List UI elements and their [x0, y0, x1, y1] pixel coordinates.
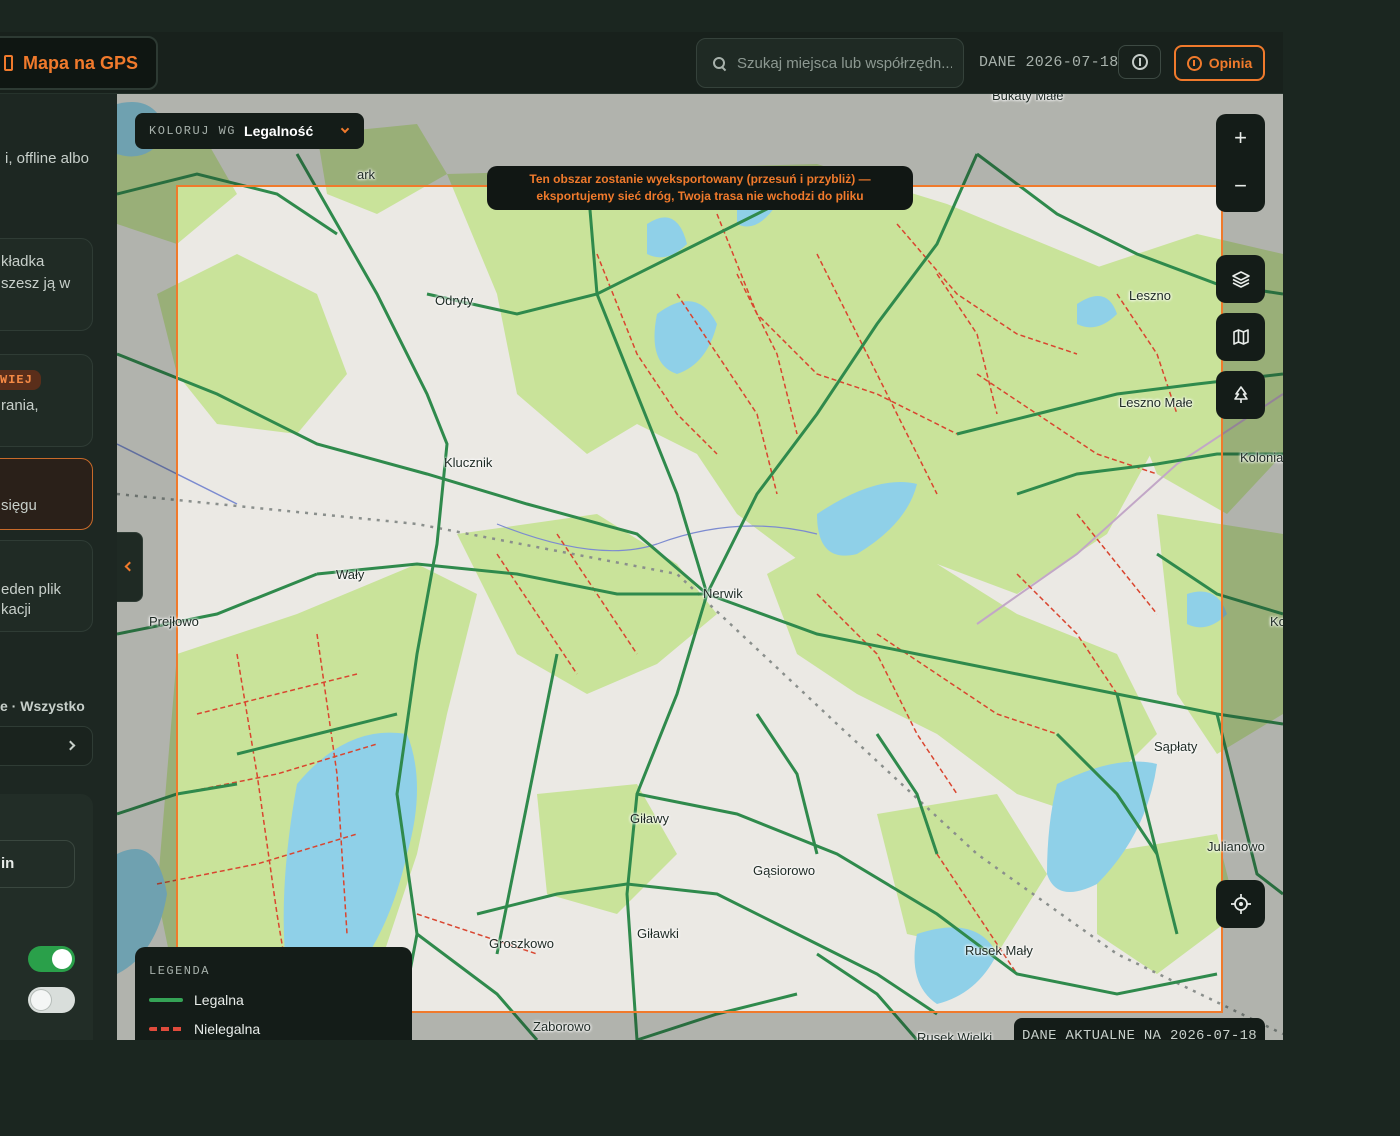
sidebar-input-value: in — [1, 855, 15, 872]
place-label: Julianowo — [1207, 839, 1265, 854]
top-bar: Mapa na GPS DANE 2026-07-18 Opinia — [0, 32, 1283, 94]
feedback-button-label: Opinia — [1208, 55, 1253, 71]
map-icon — [1216, 313, 1265, 361]
export-banner-line2: eksportujemy sieć dróg, Twoja trasa nie … — [536, 189, 864, 203]
card4-line1: eden plik — [1, 581, 62, 598]
place-label: Leszno — [1129, 288, 1171, 303]
data-current-badge: DANE AKTUALNE NA 2026-07-18 — [1014, 1018, 1265, 1040]
gps-map-button-label: Mapa na GPS — [23, 52, 139, 73]
export-area-banner: Ten obszar zostanie wyeksportowany (prze… — [487, 166, 913, 210]
forest-layer-button[interactable] — [1216, 371, 1265, 419]
place-label: Giławki — [637, 926, 679, 941]
chevron-left-icon — [124, 561, 135, 572]
sidebar-select[interactable] — [0, 726, 93, 766]
export-option-card-1[interactable]: kładka szesz ją w — [0, 238, 93, 331]
place-label: Prejłowo — [149, 614, 199, 629]
theme-toggle-button[interactable] — [1118, 45, 1161, 79]
gps-map-button[interactable]: Mapa na GPS — [0, 36, 158, 90]
legend-item-illegal: Nielegalna — [149, 1021, 260, 1037]
place-label: Nerwik — [703, 586, 743, 601]
legend-title: LEGENDA — [149, 964, 210, 978]
contrast-icon — [1131, 54, 1148, 70]
layers-icon — [1216, 255, 1265, 303]
illegal-swatch — [149, 1027, 183, 1031]
legend-item-legal: Legalna — [149, 992, 244, 1008]
place-label: Sąpłaty — [1154, 739, 1198, 754]
place-label: Zaborowo — [533, 1019, 591, 1034]
sidebar-intro-text: i, offline albo — [5, 150, 89, 167]
card3-line1: sięgu — [1, 497, 37, 514]
place-label: Odryty — [435, 293, 474, 308]
export-option-card-3[interactable]: sięgu — [0, 458, 93, 530]
info-icon — [1186, 55, 1202, 71]
place-label: Groszkowo — [489, 936, 555, 951]
sidebar-filter-tabs[interactable]: e · Wszystko — [0, 698, 85, 714]
place-label: Ko — [1270, 614, 1283, 629]
card4-line2: kacji — [1, 601, 32, 618]
color-by-dropdown[interactable]: KOLORUJ WG Legalność — [135, 113, 364, 149]
place-label: Kolonia — [1240, 450, 1283, 465]
toggle-switch-2[interactable] — [28, 987, 75, 1013]
place-label: Rusek Wielki — [917, 1030, 993, 1040]
zoom-controls: + − — [1216, 114, 1265, 212]
tree-icon — [1216, 371, 1265, 419]
sidebar: i, offline albo kładka szesz ją w rania,… — [0, 94, 117, 1040]
card1-line2: szesz ją w — [1, 275, 71, 292]
map-legend: LEGENDA Legalna Nielegalna — [135, 947, 412, 1040]
map-style-button[interactable] — [1216, 313, 1265, 361]
toggle-switch-1[interactable] — [28, 946, 75, 972]
data-date: DANE 2026-07-18 — [979, 54, 1119, 71]
legend-illegal-label: Nielegalna — [194, 1021, 261, 1037]
locate-me-button[interactable] — [1216, 880, 1265, 928]
export-option-card-2[interactable]: rania, — [0, 354, 93, 447]
place-label: Bukaty Małe — [992, 94, 1064, 103]
place-label: ark — [357, 167, 376, 182]
search-icon — [713, 57, 725, 69]
card2-line1: rania, — [1, 397, 39, 414]
place-label: Gąsiorowo — [753, 863, 816, 878]
legend-legal-label: Legalna — [194, 992, 244, 1008]
phone-icon — [4, 55, 13, 71]
export-option-card-4[interactable]: eden plik kacji — [0, 540, 93, 632]
chevron-down-icon — [340, 124, 350, 134]
layers-button[interactable] — [1216, 255, 1265, 303]
map-canvas[interactable]: Odryty Klucznik Wały Prejłowo Nerwik Gił… — [117, 94, 1283, 1040]
search-box[interactable] — [696, 38, 964, 88]
color-by-key: KOLORUJ WG — [149, 124, 237, 138]
app-window: Mapa na GPS DANE 2026-07-18 Opinia i, of… — [0, 32, 1283, 1040]
place-label: Giławy — [630, 811, 670, 826]
place-label: Wały — [336, 567, 365, 582]
crosshair-icon — [1216, 880, 1265, 928]
place-label: Klucznik — [444, 455, 493, 470]
legal-swatch — [149, 998, 183, 1002]
place-label: Leszno Małe — [1119, 395, 1193, 410]
map-base-layer — [117, 94, 1283, 1040]
place-label: Rusek Mały — [965, 943, 1033, 958]
sidebar-input-field[interactable]: in — [0, 840, 75, 888]
export-banner-line1: Ten obszar zostanie wyeksportowany (prze… — [529, 172, 871, 186]
toggle-knob — [52, 949, 72, 969]
zoom-in-button[interactable]: + — [1216, 114, 1265, 162]
color-by-value: Legalność — [244, 123, 314, 139]
card1-line1: kładka — [1, 253, 45, 270]
new-badge: WIEJ — [0, 370, 41, 390]
sidebar-collapse-button[interactable] — [117, 532, 143, 602]
feedback-button[interactable]: Opinia — [1174, 45, 1265, 81]
zoom-out-button[interactable]: − — [1216, 162, 1265, 210]
chevron-right-icon — [65, 740, 76, 751]
search-input[interactable] — [737, 54, 952, 72]
toggle-knob — [31, 990, 51, 1010]
